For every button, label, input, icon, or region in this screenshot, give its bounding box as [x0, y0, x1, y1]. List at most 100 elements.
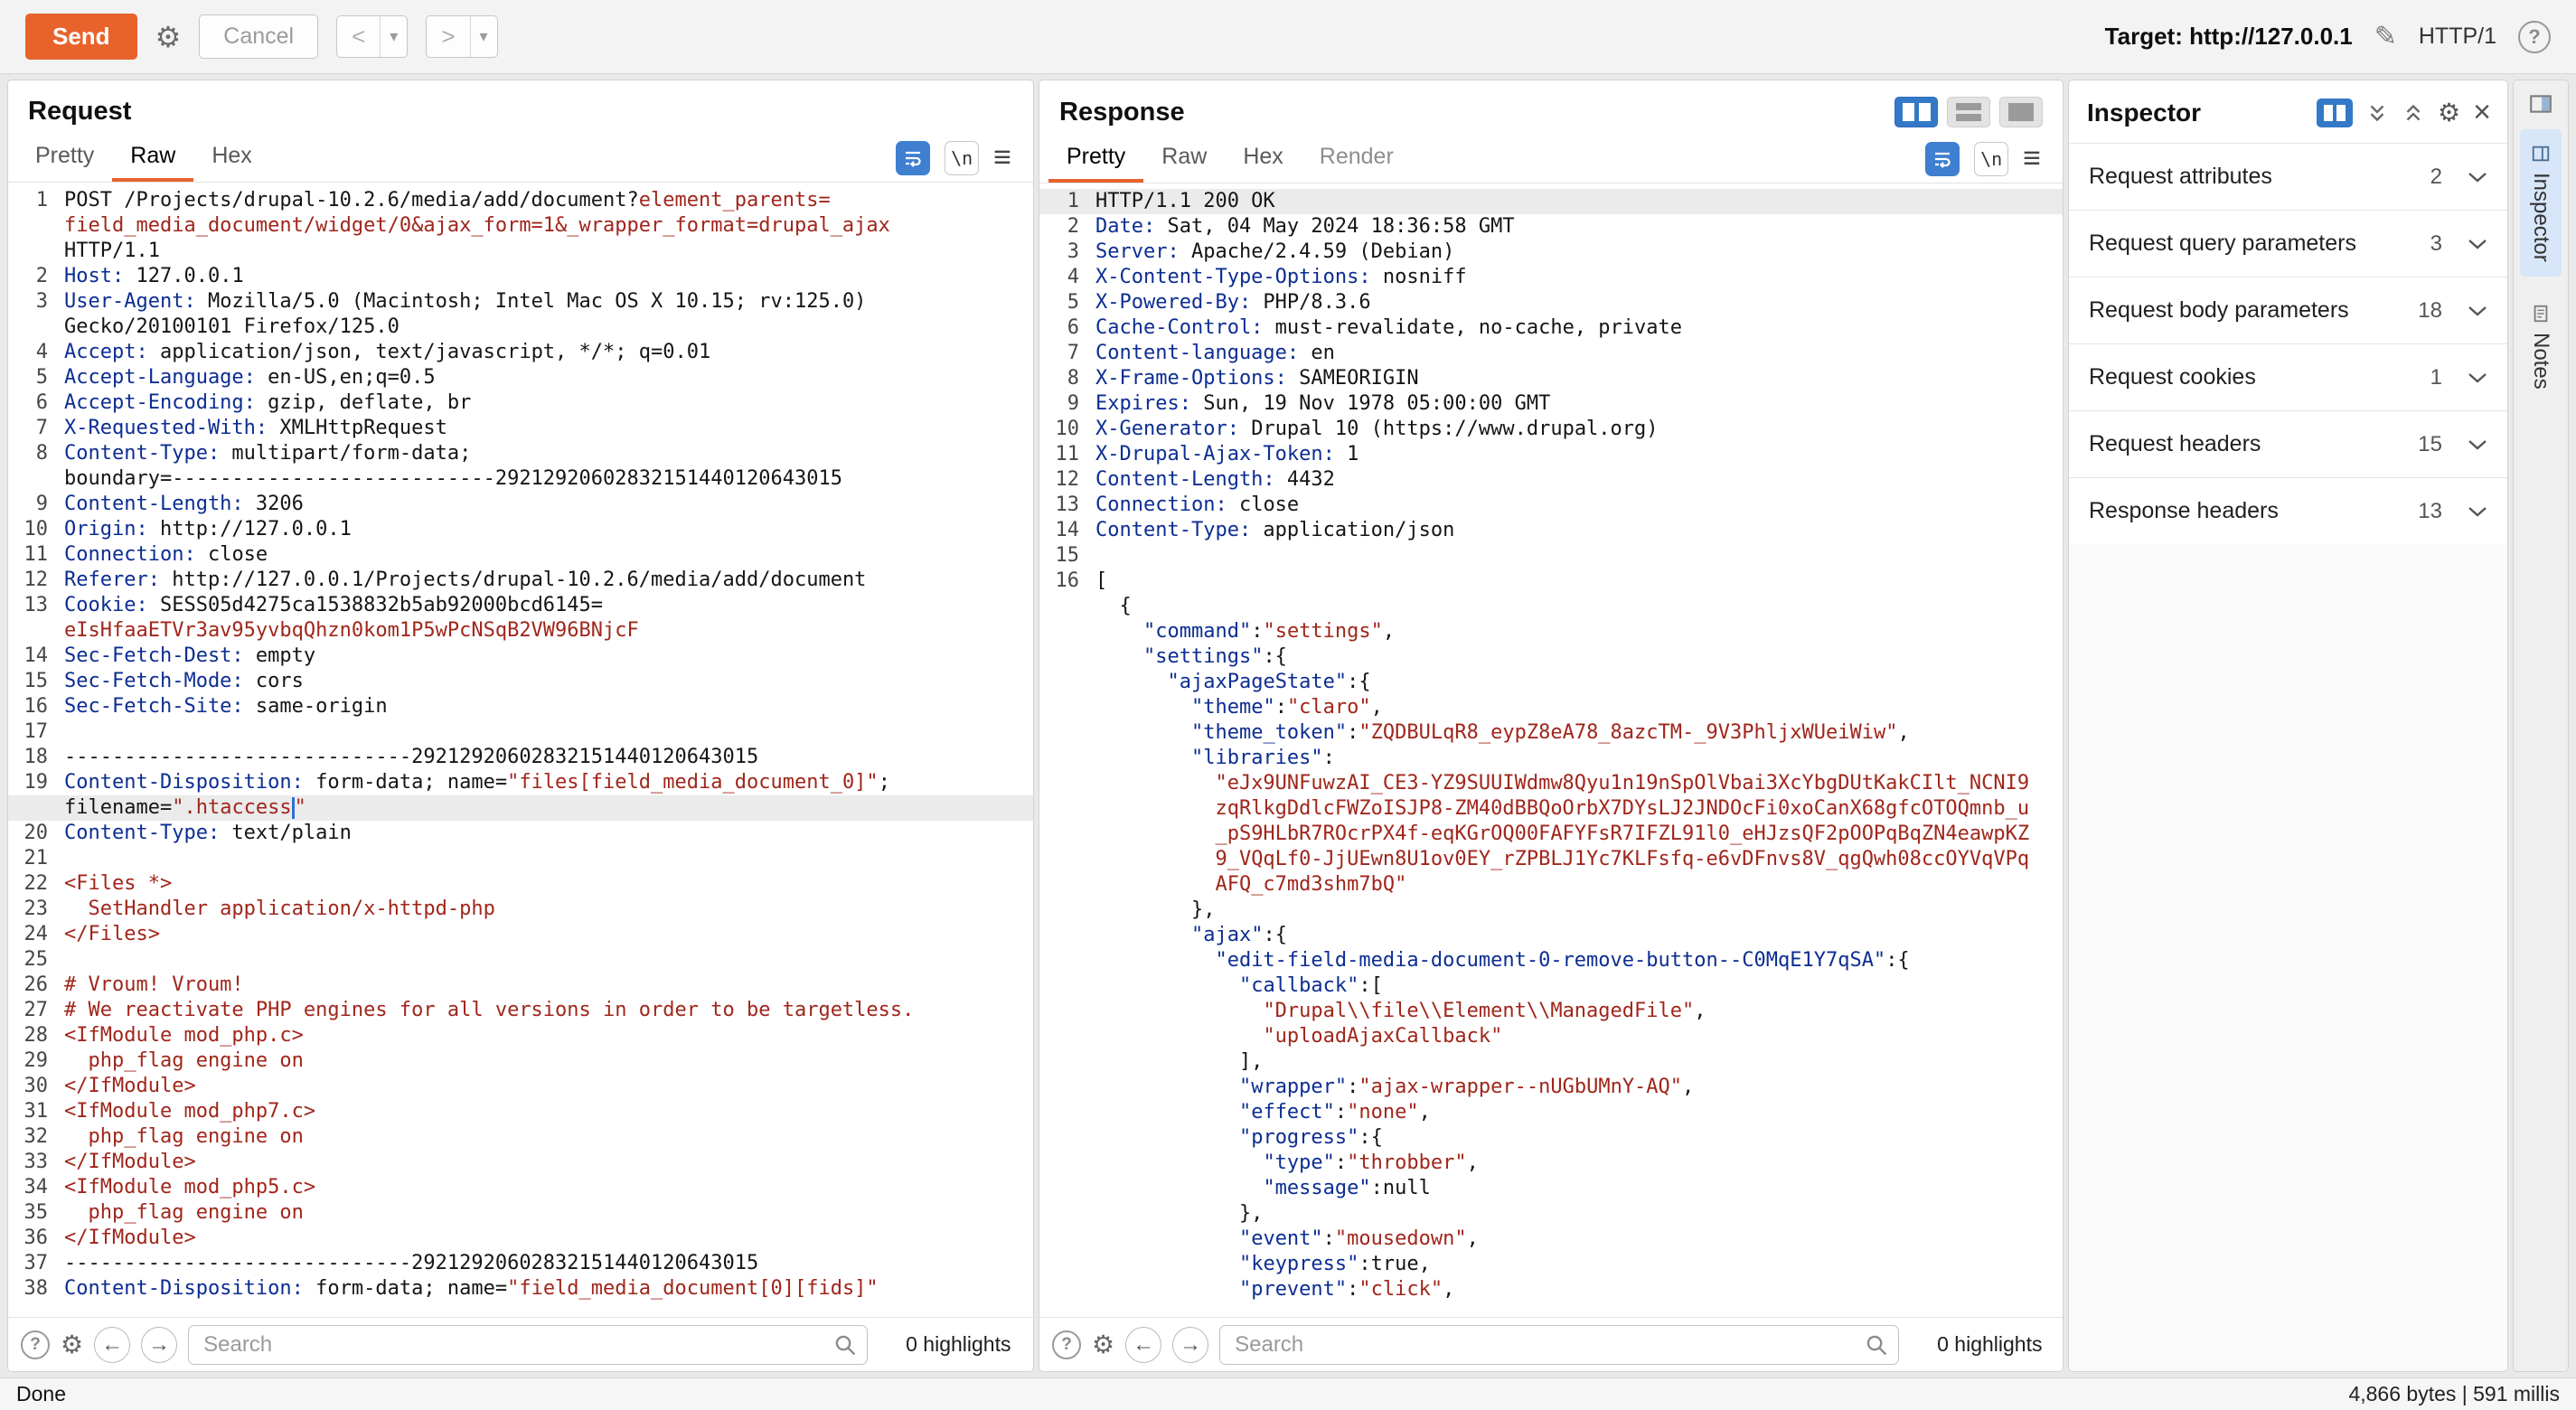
code-line[interactable]: 1POST /Projects/drupal-10.2.6/media/add/… — [8, 188, 1033, 213]
code-line[interactable]: "settings":{ — [1039, 644, 2063, 670]
editor-menu-icon[interactable]: ≡ — [2023, 141, 2041, 176]
code-line[interactable]: 6Cache-Control: must-revalidate, no-cach… — [1039, 315, 2063, 341]
edit-target-pencil-icon[interactable]: ✎ — [2374, 21, 2397, 52]
code-line[interactable]: "uploadAjaxCallback" — [1039, 1024, 2063, 1049]
code-line[interactable]: 26# Vroum! Vroum! — [8, 973, 1033, 998]
code-line[interactable]: 11X-Drupal-Ajax-Token: 1 — [1039, 442, 2063, 467]
code-line[interactable]: 10Origin: http://127.0.0.1 — [8, 517, 1033, 542]
request-tab-raw[interactable]: Raw — [112, 134, 193, 182]
code-line[interactable]: "event":"mousedown", — [1039, 1227, 2063, 1252]
code-line[interactable]: 12Referer: http://127.0.0.1/Projects/dru… — [8, 568, 1033, 593]
code-line[interactable]: "wrapper":"ajax-wrapper--nUGbUMnY-AQ", — [1039, 1075, 2063, 1100]
back-arrow-icon[interactable]: < — [337, 16, 380, 57]
code-line[interactable]: "command":"settings", — [1039, 619, 2063, 644]
code-line[interactable]: 9Expires: Sun, 19 Nov 1978 05:00:00 GMT — [1039, 391, 2063, 417]
forward-dropdown-icon[interactable]: ▾ — [470, 16, 497, 57]
code-line[interactable]: 17 — [8, 719, 1033, 745]
response-tab-render[interactable]: Render — [1302, 135, 1412, 183]
code-line[interactable]: 8X-Frame-Options: SAMEORIGIN — [1039, 366, 2063, 391]
inspector-settings-gear-icon[interactable]: ⚙ — [2438, 98, 2460, 127]
search-next-button[interactable]: → — [1172, 1327, 1208, 1363]
word-wrap-toggle-icon[interactable] — [896, 141, 930, 175]
code-line[interactable]: 4Accept: application/json, text/javascri… — [8, 340, 1033, 365]
history-forward-button[interactable]: > ▾ — [426, 15, 497, 58]
back-dropdown-icon[interactable]: ▾ — [380, 16, 407, 57]
search-help-icon[interactable]: ? — [1052, 1330, 1081, 1359]
inspector-pane-view-icon[interactable] — [2317, 99, 2353, 127]
code-line[interactable]: }, — [1039, 1201, 2063, 1227]
code-line[interactable]: 28<IfModule mod_php.c> — [8, 1023, 1033, 1048]
code-line[interactable]: 7Content-language: en — [1039, 341, 2063, 366]
code-line[interactable]: 35 php_flag engine on — [8, 1200, 1033, 1226]
expand-all-icon[interactable] — [2365, 101, 2389, 125]
code-line[interactable]: "ajax":{ — [1039, 923, 2063, 948]
code-line[interactable]: "edit-field-media-document-0-remove-butt… — [1039, 948, 2063, 973]
inspector-section-request-headers[interactable]: Request headers 15 — [2069, 410, 2507, 477]
code-line[interactable]: "progress":{ — [1039, 1125, 2063, 1151]
code-line[interactable]: "prevent":"click", — [1039, 1277, 2063, 1302]
help-icon[interactable]: ? — [2518, 21, 2551, 53]
code-line[interactable]: 29 php_flag engine on — [8, 1048, 1033, 1074]
code-line[interactable]: 37-----------------------------292129206… — [8, 1251, 1033, 1276]
code-line[interactable]: 3Server: Apache/2.4.59 (Debian) — [1039, 240, 2063, 265]
search-prev-button[interactable]: ← — [1125, 1327, 1161, 1363]
code-line[interactable]: 25 — [8, 947, 1033, 973]
code-line[interactable]: "theme":"claro", — [1039, 695, 2063, 720]
code-line[interactable]: 16[ — [1039, 569, 2063, 594]
search-next-button[interactable]: → — [141, 1327, 177, 1363]
code-line[interactable]: 34<IfModule mod_php5.c> — [8, 1175, 1033, 1200]
code-line[interactable]: 38Content-Disposition: form-data; name="… — [8, 1276, 1033, 1302]
response-search-input[interactable] — [1219, 1325, 1899, 1365]
code-line[interactable]: 33</IfModule> — [8, 1150, 1033, 1175]
inspector-section-request-attributes[interactable]: Request attributes 2 — [2069, 143, 2507, 210]
code-line[interactable]: "theme_token":"ZQDBULqR8_eypZ8eA78_8azcT… — [1039, 720, 2063, 746]
inspector-section-request-cookies[interactable]: Request cookies 1 — [2069, 343, 2507, 410]
code-line[interactable]: 13Cookie: SESS05d4275ca1538832b5ab92000b… — [8, 593, 1033, 618]
response-tab-raw[interactable]: Raw — [1143, 135, 1225, 183]
send-settings-gear-icon[interactable]: ⚙ — [155, 23, 182, 52]
code-line[interactable]: 19Content-Disposition: form-data; name="… — [8, 770, 1033, 795]
history-back-button[interactable]: < ▾ — [336, 15, 408, 58]
code-line[interactable]: 3User-Agent: Mozilla/5.0 (Macintosh; Int… — [8, 289, 1033, 315]
code-line[interactable]: 5X-Powered-By: PHP/8.3.6 — [1039, 290, 2063, 315]
code-line[interactable]: 7X-Requested-With: XMLHttpRequest — [8, 416, 1033, 441]
side-tab-inspector[interactable]: Inspector — [2520, 129, 2562, 277]
code-line[interactable]: 22<Files *> — [8, 871, 1033, 897]
inspector-close-icon[interactable]: × — [2473, 95, 2491, 130]
code-line[interactable]: "effect":"none", — [1039, 1100, 2063, 1125]
code-line[interactable]: 2Host: 127.0.0.1 — [8, 264, 1033, 289]
code-line[interactable]: 9_VQqLf0-JjUEwn8U1ov0EY_rZPBLJ1Yc7KLFsfq… — [1039, 847, 2063, 872]
word-wrap-toggle-icon[interactable] — [1925, 142, 1960, 176]
code-line[interactable]: 14Content-Type: application/json — [1039, 518, 2063, 543]
code-line[interactable]: 15 — [1039, 543, 2063, 569]
code-line[interactable]: 30</IfModule> — [8, 1074, 1033, 1099]
code-line[interactable]: }, — [1039, 898, 2063, 923]
code-line[interactable]: "eJx9UNFuwzAI_CE3-YZ9SUUIWdmw8Qyu1n19nSp… — [1039, 771, 2063, 796]
code-line[interactable]: filename=".htaccess" — [8, 795, 1033, 821]
code-line[interactable]: 9Content-Length: 3206 — [8, 492, 1033, 517]
code-line[interactable]: "message":null — [1039, 1176, 2063, 1201]
code-line[interactable]: boundary=---------------------------2921… — [8, 466, 1033, 492]
request-tab-hex[interactable]: Hex — [193, 134, 269, 182]
show-newlines-button[interactable]: \n — [1974, 142, 2008, 176]
code-line[interactable]: _pS9HLbR7ROcrPX4f-eqKGrOQ00FAFYFsR7IFZL9… — [1039, 822, 2063, 847]
code-line[interactable]: 6Accept-Encoding: gzip, deflate, br — [8, 390, 1033, 416]
code-line[interactable]: 21 — [8, 846, 1033, 871]
code-line[interactable]: 5Accept-Language: en-US,en;q=0.5 — [8, 365, 1033, 390]
code-line[interactable]: { — [1039, 594, 2063, 619]
side-tab-notes[interactable]: Notes — [2520, 289, 2562, 404]
code-line[interactable]: 24</Files> — [8, 922, 1033, 947]
layout-columns-button[interactable] — [1894, 97, 1938, 127]
editor-menu-icon[interactable]: ≡ — [993, 140, 1011, 175]
inspector-list-view-icon[interactable] — [2268, 99, 2304, 127]
code-line[interactable]: "ajaxPageState":{ — [1039, 670, 2063, 695]
response-tab-pretty[interactable]: Pretty — [1048, 135, 1143, 183]
code-line[interactable]: 18-----------------------------292129206… — [8, 745, 1033, 770]
code-line[interactable]: "Drupal\\file\\Element\\ManagedFile", — [1039, 999, 2063, 1024]
code-line[interactable]: 32 php_flag engine on — [8, 1124, 1033, 1150]
response-tab-hex[interactable]: Hex — [1225, 135, 1301, 183]
search-settings-gear-icon[interactable]: ⚙ — [1092, 1330, 1114, 1359]
code-line[interactable]: 8Content-Type: multipart/form-data; — [8, 441, 1033, 466]
code-line[interactable]: "libraries": — [1039, 746, 2063, 771]
send-button[interactable]: Send — [25, 14, 137, 60]
